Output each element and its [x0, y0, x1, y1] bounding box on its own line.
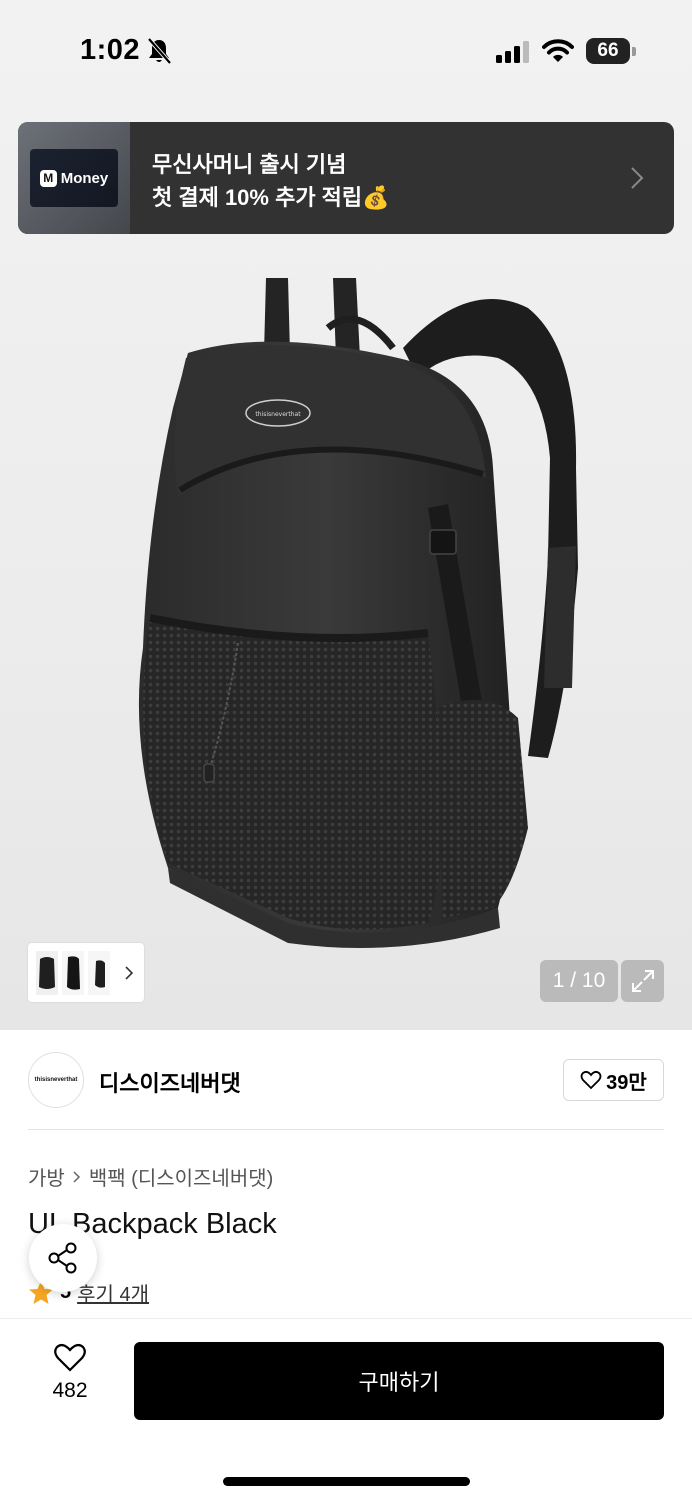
share-icon	[48, 1242, 77, 1274]
expand-icon	[631, 970, 654, 992]
battery-level: 66	[586, 38, 630, 64]
thumbnail-2[interactable]	[62, 951, 84, 995]
battery-icon: 66	[586, 38, 636, 64]
banner-line-2: 첫 결제 10% 추가 적립💰	[152, 185, 390, 210]
reviews-link[interactable]: 후기 4개	[77, 1278, 149, 1307]
expand-button[interactable]	[621, 960, 664, 1002]
status-bar: 1:02 66	[0, 0, 692, 104]
thumbnail-3[interactable]	[88, 951, 110, 995]
heart-icon	[580, 1070, 602, 1090]
money-logo: M Money	[30, 149, 118, 207]
thumbnail-1[interactable]	[36, 951, 58, 995]
breadcrumb-category[interactable]: 가방	[28, 1162, 65, 1191]
brand-name[interactable]: 디스이즈네버댓	[99, 1066, 241, 1098]
wifi-icon	[542, 39, 574, 62]
product-like-count: 482	[52, 1379, 88, 1402]
promo-banner[interactable]: M Money 무신사머니 출시 기념 첫 결제 10% 추가 적립💰	[18, 122, 674, 234]
share-button[interactable]	[29, 1224, 97, 1292]
brand-like-button[interactable]: 39만	[563, 1059, 664, 1101]
svg-text:thisisneverthat: thisisneverthat	[255, 411, 301, 418]
money-logo-text: Money	[60, 169, 109, 187]
breadcrumb-subcategory[interactable]: 백팩 (디스이즈네버댓)	[89, 1162, 273, 1191]
thumbnail-strip[interactable]	[28, 943, 144, 1002]
bell-slash-icon	[147, 37, 172, 65]
product-image[interactable]: thisisneverthat	[98, 268, 598, 948]
money-logo-mark: M	[39, 169, 57, 187]
heart-icon	[54, 1343, 86, 1372]
product-like-button[interactable]: 482	[36, 1343, 104, 1413]
signal-icon	[496, 41, 529, 63]
status-time: 1:02	[80, 34, 141, 66]
chevron-right-icon	[631, 167, 644, 189]
banner-text: 무신사머니 출시 기념 첫 결제 10% 추가 적립💰	[152, 148, 390, 214]
home-indicator[interactable]	[223, 1477, 470, 1486]
banner-line-1: 무신사머니 출시 기념	[152, 152, 347, 177]
image-counter: 1 / 10	[540, 960, 618, 1002]
bottom-action-bar: 482 구매하기	[0, 1318, 692, 1500]
brand-like-count: 39만	[606, 1071, 647, 1094]
banner-logo-area: M Money	[18, 122, 130, 234]
chevron-right-icon	[73, 1170, 80, 1183]
chevron-right-icon[interactable]	[125, 966, 134, 980]
buy-button[interactable]: 구매하기	[134, 1342, 664, 1420]
brand-row: thisisneverthat 디스이즈네버댓 39만	[28, 1050, 664, 1130]
brand-logo[interactable]: thisisneverthat	[28, 1052, 84, 1108]
breadcrumb: 가방 백팩 (디스이즈네버댓)	[28, 1162, 273, 1191]
